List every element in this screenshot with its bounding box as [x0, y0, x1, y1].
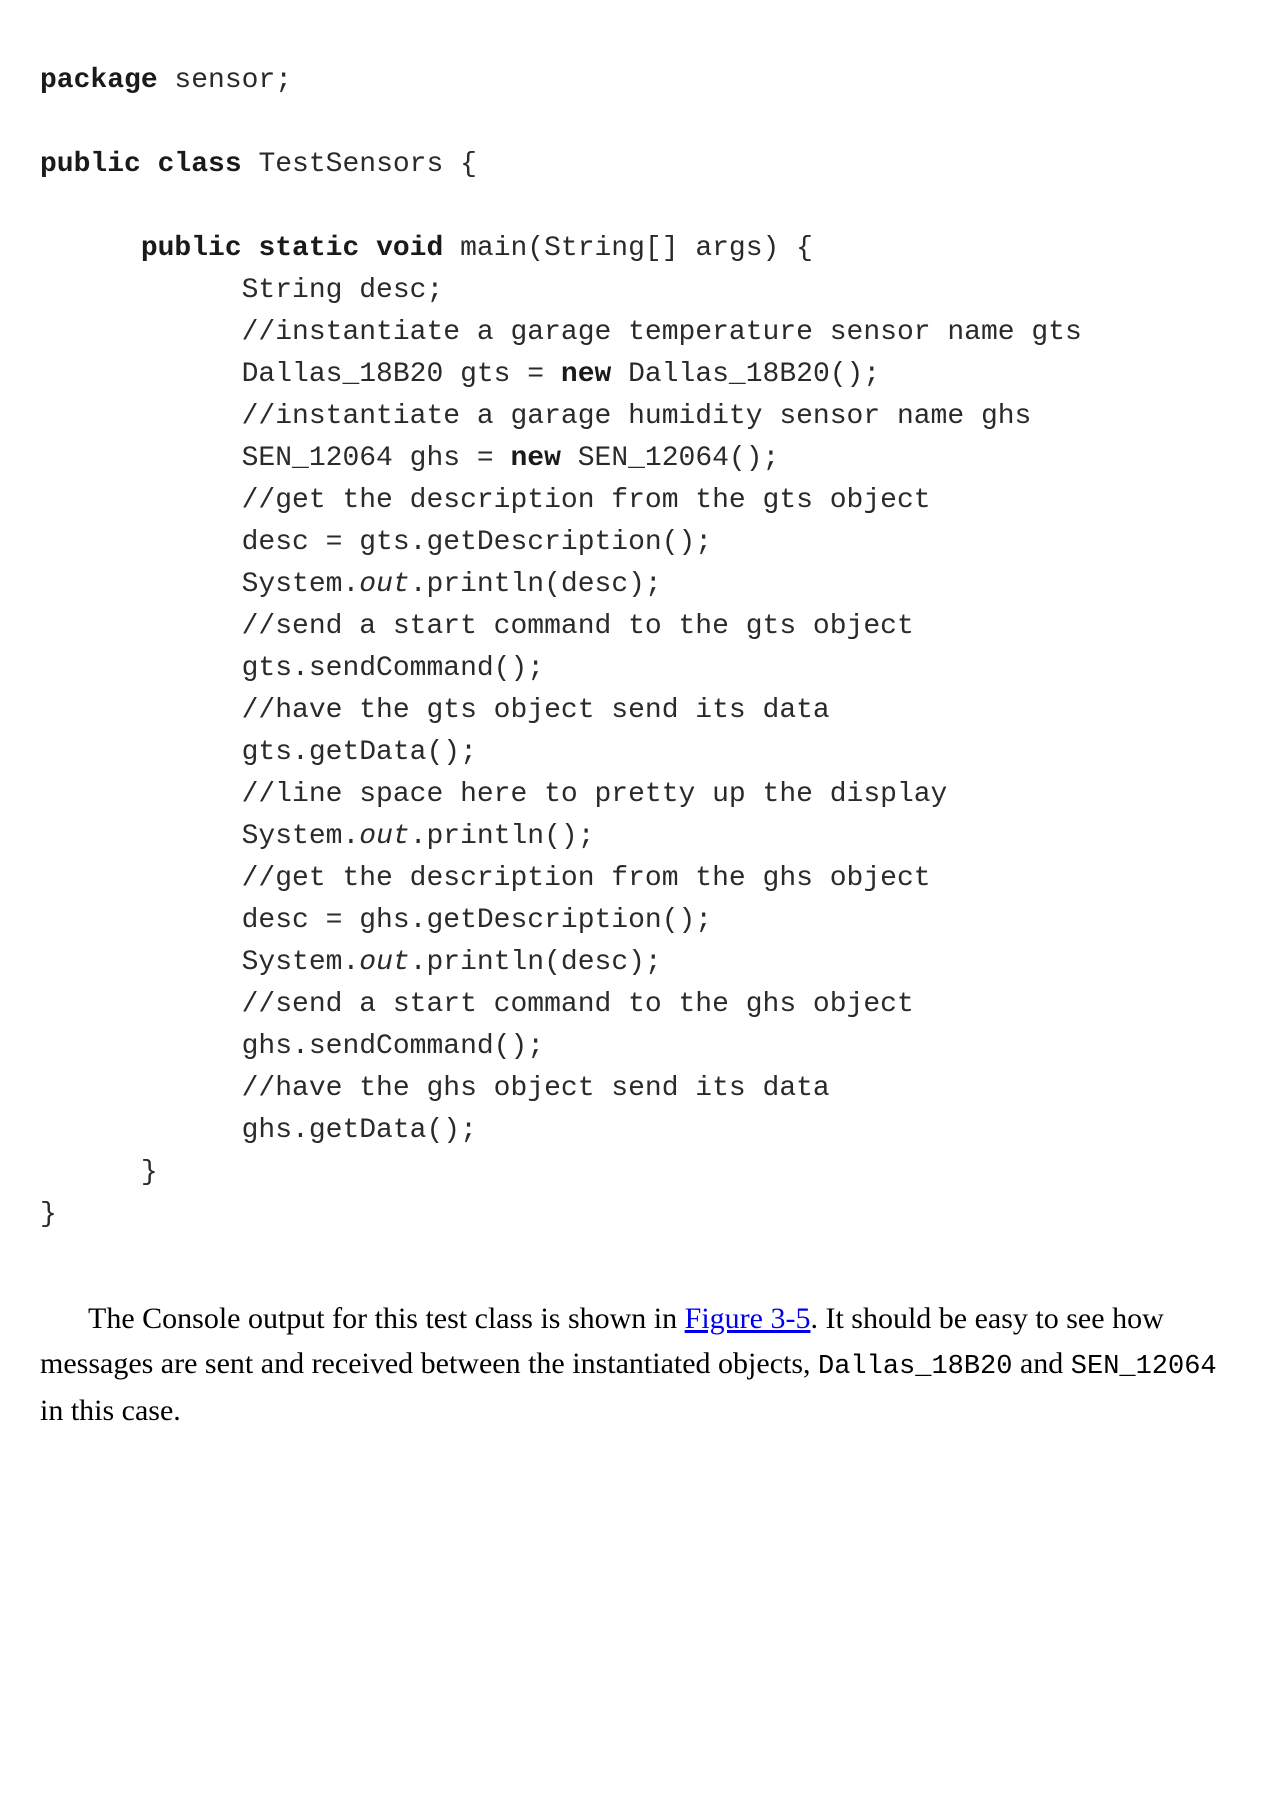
code-line: ghs.getData(); [40, 1115, 477, 1146]
code-line: } [40, 1199, 57, 1230]
code-block: package sensor; public class TestSensors… [40, 60, 1250, 1236]
code-comment: //have the ghs object send its data [40, 1073, 830, 1104]
code-comment: //send a start command to the gts object [40, 611, 914, 642]
paragraph-text: The Console output for this test class i… [88, 1302, 685, 1335]
code-line: ghs.sendCommand(); [40, 1031, 544, 1062]
code-text: System. [40, 947, 359, 978]
static-field-out: out [359, 947, 409, 978]
code-line: } [40, 1157, 158, 1188]
code-line: gts.getData(); [40, 737, 477, 768]
code-comment: //get the description from the gts objec… [40, 485, 931, 516]
figure-link[interactable]: Figure 3-5 [685, 1302, 811, 1335]
static-field-out: out [359, 821, 409, 852]
code-text: SEN_12064 ghs = [40, 443, 510, 474]
code-comment: //send a start command to the ghs object [40, 989, 914, 1020]
code-line: String desc; [40, 275, 443, 306]
keyword-new: new [510, 443, 560, 474]
code-text: System. [40, 569, 359, 600]
code-text: System. [40, 821, 359, 852]
code-comment: //get the description from the ghs objec… [40, 863, 931, 894]
code-comment: //instantiate a garage temperature senso… [40, 317, 1082, 348]
code-text: .println(desc); [410, 569, 662, 600]
code-text: Dallas_18B20 gts = [40, 359, 561, 390]
code-comment: //have the gts object send its data [40, 695, 830, 726]
keyword-method-sig: public static void [141, 233, 443, 264]
paragraph-text: in this case. [40, 1394, 181, 1427]
paragraph: The Console output for this test class i… [40, 1296, 1240, 1433]
code-text: sensor; [158, 65, 292, 96]
inline-code: Dallas_18B20 [818, 1352, 1012, 1382]
code-line: desc = gts.getDescription(); [40, 527, 712, 558]
code-text: TestSensors { [242, 149, 477, 180]
code-line: desc = ghs.getDescription(); [40, 905, 712, 936]
code-text: SEN_12064(); [561, 443, 779, 474]
code-indent [40, 233, 141, 264]
code-text: main(String[] args) { [443, 233, 813, 264]
code-text: .println(); [410, 821, 595, 852]
code-comment: //instantiate a garage humidity sensor n… [40, 401, 1031, 432]
inline-code: SEN_12064 [1071, 1352, 1217, 1382]
code-line: gts.sendCommand(); [40, 653, 544, 684]
keyword-public-class: public class [40, 149, 242, 180]
code-text: .println(desc); [410, 947, 662, 978]
static-field-out: out [359, 569, 409, 600]
code-comment: //line space here to pretty up the displ… [40, 779, 947, 810]
keyword-package: package [40, 65, 158, 96]
keyword-new: new [561, 359, 611, 390]
code-text: Dallas_18B20(); [611, 359, 880, 390]
paragraph-text: and [1012, 1347, 1070, 1380]
